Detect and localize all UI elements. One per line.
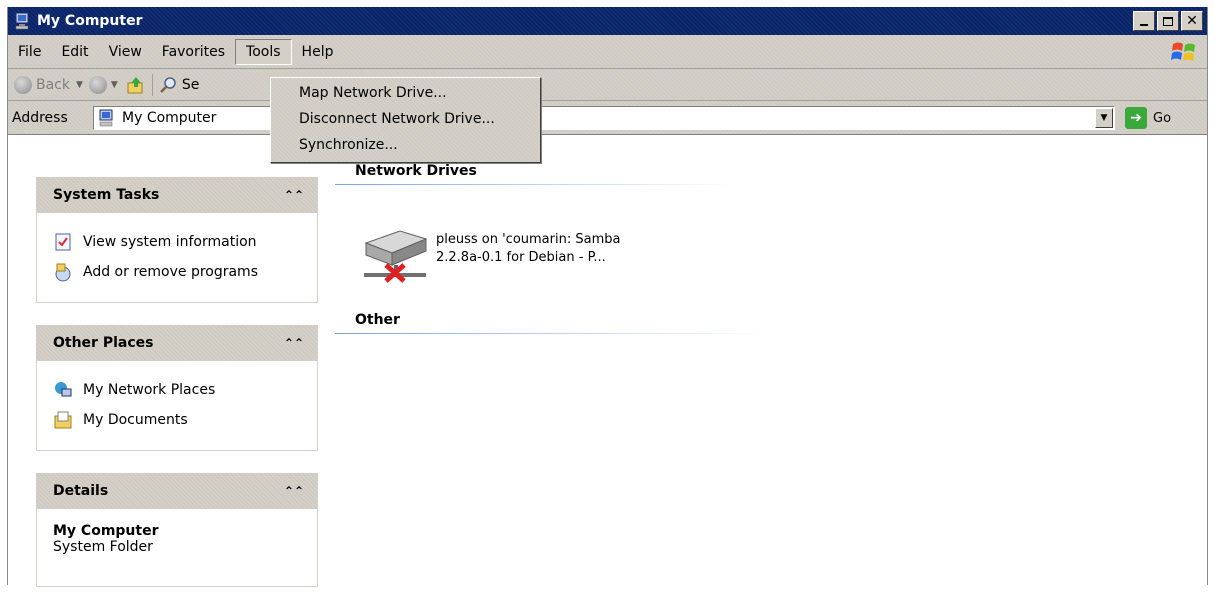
place-my-network-places[interactable]: My Network Places <box>53 375 305 405</box>
my-computer-icon <box>15 12 29 30</box>
forward-arrow-icon <box>88 75 107 94</box>
task-label: Add or remove programs <box>83 264 258 280</box>
collapse-chevron-icon[interactable]: ⌃⌃ <box>284 336 304 350</box>
maximize-button[interactable] <box>1157 11 1179 31</box>
go-button[interactable]: ➔ Go <box>1125 107 1171 129</box>
network-places-icon <box>55 382 72 397</box>
panel-title: Details <box>53 483 109 499</box>
address-input[interactable]: My Computer ▼ <box>93 106 1115 130</box>
other-header: Other <box>355 312 400 328</box>
window-title: My Computer <box>37 13 143 29</box>
menu-file[interactable]: File <box>8 40 51 64</box>
details-type: System Folder <box>53 539 153 555</box>
place-label: My Network Places <box>83 382 216 398</box>
collapse-chevron-icon[interactable]: ⌃⌃ <box>284 188 304 202</box>
menu-bar: File Edit View Favorites Tools Help <box>8 35 1207 69</box>
task-label: View system information <box>83 234 257 250</box>
go-label: Go <box>1153 110 1172 126</box>
title-bar[interactable]: My Computer ✕ <box>8 7 1207 35</box>
forward-dropdown-icon[interactable]: ▼ <box>111 80 118 90</box>
my-documents-icon <box>54 411 72 429</box>
place-my-documents[interactable]: My Documents <box>53 405 305 435</box>
search-button[interactable]: Se <box>159 75 200 95</box>
disconnected-network-drive-icon <box>364 230 428 283</box>
menu-item-map-network-drive[interactable]: Map Network Drive... <box>271 82 540 108</box>
system-tasks-header[interactable]: System Tasks ⌃⌃ <box>36 177 318 213</box>
minimize-button[interactable] <box>1133 11 1155 31</box>
task-view-system-information[interactable]: View system information <box>53 227 305 257</box>
explorer-window: My Computer ✕ File Edit View Favorites T… <box>7 7 1208 587</box>
close-icon: ✕ <box>1186 13 1198 29</box>
address-label: Address <box>12 109 68 126</box>
menu-tools[interactable]: Tools <box>235 38 292 65</box>
menu-item-disconnect-network-drive[interactable]: Disconnect Network Drive... <box>271 108 540 134</box>
back-dropdown-icon[interactable]: ▼ <box>76 80 83 90</box>
windows-logo-icon <box>1171 42 1195 61</box>
back-button[interactable]: Back <box>14 75 70 94</box>
collapse-chevron-icon[interactable]: ⌃⌃ <box>284 484 304 498</box>
address-dropdown-icon[interactable]: ▼ <box>1095 108 1113 128</box>
close-button[interactable]: ✕ <box>1181 11 1203 31</box>
my-computer-icon <box>99 109 113 127</box>
other-places-panel: Other Places ⌃⌃ My Network Places My Doc… <box>36 325 318 451</box>
tools-menu-dropdown: Map Network Drive... Disconnect Network … <box>270 77 541 163</box>
system-tasks-panel: System Tasks ⌃⌃ View system information <box>36 177 318 303</box>
address-bar: Address My Computer ▼ ➔ Go <box>8 101 1207 135</box>
toolbar-separator <box>151 73 153 96</box>
back-label: Back <box>36 76 70 93</box>
place-label: My Documents <box>83 412 188 428</box>
forward-button[interactable] <box>88 75 111 94</box>
address-value: My Computer <box>122 110 217 126</box>
panel-title: System Tasks <box>53 187 160 203</box>
menu-item-synchronize[interactable]: Synchronize... <box>271 134 540 160</box>
panel-title: Other Places <box>53 335 154 351</box>
minimize-icon <box>1140 24 1148 26</box>
task-add-remove-programs[interactable]: Add or remove programs <box>53 257 305 287</box>
maximize-icon <box>1163 16 1173 26</box>
system-info-icon <box>55 233 71 251</box>
search-label: Se <box>181 76 200 93</box>
search-icon <box>159 76 176 93</box>
toolbar: Back ▼ ▼ Se <box>8 69 1207 101</box>
back-arrow-icon <box>14 75 32 94</box>
add-remove-programs-icon <box>55 263 71 282</box>
go-arrow-icon: ➔ <box>1125 107 1147 129</box>
menu-edit[interactable]: Edit <box>51 40 98 64</box>
network-drive-item[interactable]: pleuss on 'coumarin: Samba 2.2.8a-0.1 fo… <box>360 221 656 283</box>
details-panel: Details ⌃⌃ My Computer System Folder <box>36 473 318 587</box>
menu-favorites[interactable]: Favorites <box>152 40 235 64</box>
network-drives-divider <box>335 184 735 185</box>
drive-label-line2: 2.2.8a-0.1 for Debian - P... <box>436 250 606 265</box>
details-header[interactable]: Details ⌃⌃ <box>36 473 318 509</box>
details-name: My Computer <box>53 523 159 539</box>
task-pane: System Tasks ⌃⌃ View system information <box>36 177 318 609</box>
drive-label-line1: pleuss on 'coumarin: Samba <box>436 232 621 247</box>
network-drives-header: Network Drives <box>355 163 477 179</box>
menu-view[interactable]: View <box>99 40 152 64</box>
up-folder-icon[interactable] <box>126 75 146 95</box>
menu-help[interactable]: Help <box>292 40 344 64</box>
other-divider <box>335 333 765 334</box>
other-places-header[interactable]: Other Places ⌃⌃ <box>36 325 318 361</box>
